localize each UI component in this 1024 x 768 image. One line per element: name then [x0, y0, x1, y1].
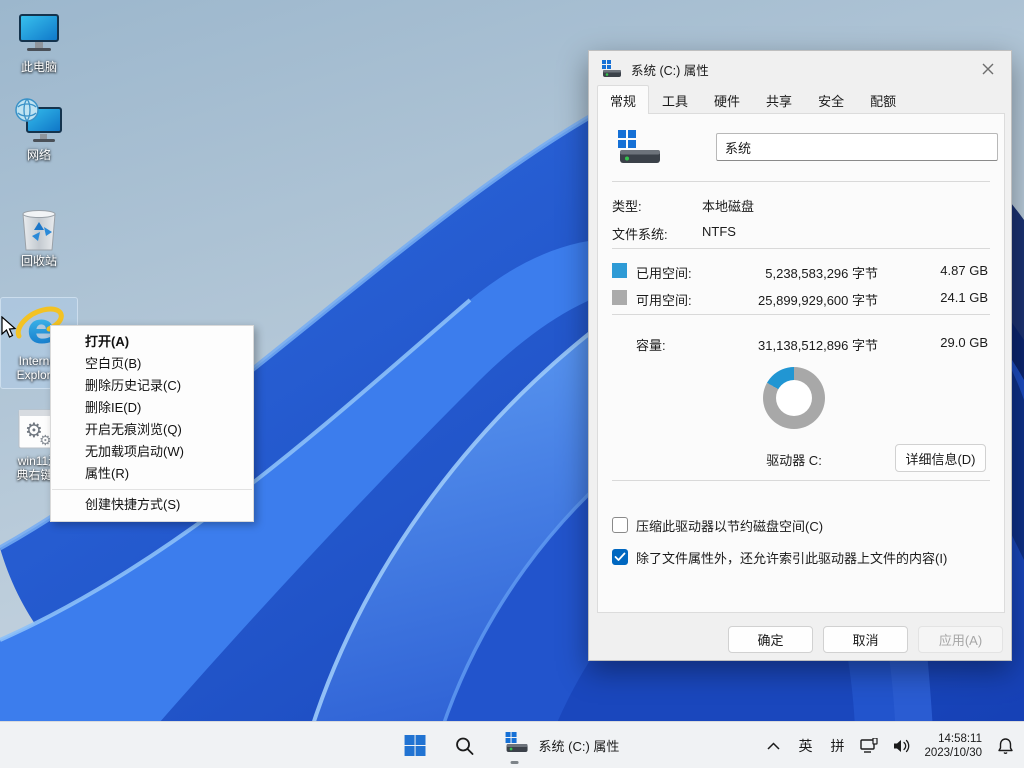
clock-time: 14:58:11 — [924, 732, 982, 746]
drive-icon — [505, 732, 529, 759]
checkbox-unchecked-icon[interactable] — [612, 517, 628, 533]
index-checkbox-row[interactable]: 除了文件属性外，还允许索引此驱动器上文件的内容(I) — [612, 548, 994, 566]
clock-date: 2023/10/30 — [924, 746, 982, 760]
dialog-titlebar[interactable]: 系统 (C:) 属性 — [589, 51, 1011, 87]
dialog-tabstrip: 常规 工具 硬件 共享 安全 配额 — [597, 90, 1003, 114]
tray-clock[interactable]: 14:58:11 2023/10/30 — [920, 732, 986, 760]
divider — [612, 181, 990, 182]
compress-checkbox-row[interactable]: 压缩此驱动器以节约磁盘空间(C) — [612, 516, 994, 534]
ok-button[interactable]: 确定 — [728, 626, 813, 653]
running-app-indicator — [511, 761, 519, 764]
tray-speaker-icon[interactable] — [888, 728, 914, 764]
tab-security[interactable]: 安全 — [805, 87, 857, 114]
tab-tools[interactable]: 工具 — [649, 87, 701, 114]
tray-notification-bell-icon[interactable] — [992, 728, 1018, 764]
capacity-bytes: 31,138,512,896 字节 — [758, 335, 878, 354]
type-value: 本地磁盘 — [702, 196, 754, 215]
drive-properties-dialog: 系统 (C:) 属性 常规 工具 硬件 共享 安全 配额 类型: — [588, 50, 1012, 661]
drive-caption: 驱动器 C: — [714, 450, 874, 469]
disk-usage-donut-chart — [763, 367, 825, 429]
volume-name-input[interactable] — [716, 133, 998, 161]
menu-item-inprivate[interactable]: 开启无痕浏览(Q) — [51, 419, 253, 441]
menu-item-no-addons[interactable]: 无加载项启动(W) — [51, 441, 253, 463]
menu-item-blank-page[interactable]: 空白页(B) — [51, 353, 253, 375]
desktop-icon-label: 回收站 — [1, 254, 77, 268]
compress-checkbox-label: 压缩此驱动器以节约磁盘空间(C) — [636, 516, 823, 535]
this-pc-icon — [1, 8, 77, 58]
tab-sharing[interactable]: 共享 — [753, 87, 805, 114]
cancel-button[interactable]: 取消 — [823, 626, 908, 653]
used-space-bytes: 5,238,583,296 字节 — [765, 263, 878, 282]
menu-item-properties[interactable]: 属性(R) — [51, 463, 253, 485]
free-space-size: 24.1 GB — [940, 290, 988, 305]
tray-language-indicator[interactable]: 英 — [792, 728, 818, 764]
divider — [612, 480, 990, 481]
type-label: 类型: — [612, 196, 642, 215]
free-space-swatch — [612, 290, 627, 305]
tray-chevron-up-icon[interactable] — [760, 728, 786, 764]
filesystem-value: NTFS — [702, 224, 736, 239]
taskbar-app-label: 系统 (C:) 属性 — [539, 736, 620, 755]
taskbar: 系统 (C:) 属性 英 拼 14:58:11 2023/10/30 — [0, 721, 1024, 768]
desktop-icon-network[interactable]: 网络 — [1, 96, 77, 162]
ie-context-menu: 打开(A) 空白页(B) 删除历史记录(C) 删除IE(D) 开启无痕浏览(Q)… — [50, 325, 254, 522]
used-space-size: 4.87 GB — [940, 263, 988, 278]
start-button[interactable] — [395, 726, 435, 766]
tab-general[interactable]: 常规 — [597, 85, 649, 114]
drive-icon — [601, 60, 623, 78]
menu-item-delete-ie[interactable]: 删除IE(D) — [51, 397, 253, 419]
used-space-swatch — [612, 263, 627, 278]
filesystem-label: 文件系统: — [612, 224, 668, 243]
capacity-label: 容量: — [636, 335, 666, 354]
details-button[interactable]: 详细信息(D) — [895, 444, 986, 472]
menu-item-delete-history[interactable]: 删除历史记录(C) — [51, 375, 253, 397]
free-space-label: 可用空间: — [636, 290, 692, 309]
divider — [612, 248, 990, 249]
menu-item-create-shortcut[interactable]: 创建快捷方式(S) — [51, 494, 253, 516]
tab-page-general: 类型: 本地磁盘 文件系统: NTFS 已用空间: 5,238,583,296 … — [597, 113, 1005, 613]
free-space-bytes: 25,899,929,600 字节 — [758, 290, 878, 309]
menu-separator — [52, 489, 252, 490]
taskbar-app-drive-properties[interactable]: 系统 (C:) 属性 — [495, 726, 630, 766]
apply-button[interactable]: 应用(A) — [918, 626, 1003, 653]
tray-ime-indicator[interactable]: 拼 — [824, 728, 850, 764]
network-icon — [1, 96, 77, 146]
tab-quota[interactable]: 配额 — [857, 87, 909, 114]
dialog-title: 系统 (C:) 属性 — [631, 60, 709, 79]
checkbox-checked-icon[interactable] — [612, 549, 628, 565]
desktop-icon-label: 此电脑 — [1, 60, 77, 74]
tab-hardware[interactable]: 硬件 — [701, 87, 753, 114]
mouse-cursor — [0, 316, 18, 345]
desktop-icon-label: 网络 — [1, 148, 77, 162]
tray-network-icon[interactable] — [856, 728, 882, 764]
capacity-size: 29.0 GB — [940, 335, 988, 350]
drive-icon-large — [616, 130, 662, 169]
search-icon[interactable] — [445, 726, 485, 766]
menu-item-open[interactable]: 打开(A) — [51, 331, 253, 353]
close-icon[interactable] — [971, 55, 1005, 83]
divider — [612, 314, 990, 315]
index-checkbox-label: 除了文件属性外，还允许索引此驱动器上文件的内容(I) — [636, 548, 947, 567]
recycle-bin-icon — [1, 202, 77, 252]
desktop-icon-recycle-bin[interactable]: 回收站 — [1, 202, 77, 268]
used-space-label: 已用空间: — [636, 263, 692, 282]
desktop-icon-this-pc[interactable]: 此电脑 — [1, 8, 77, 74]
